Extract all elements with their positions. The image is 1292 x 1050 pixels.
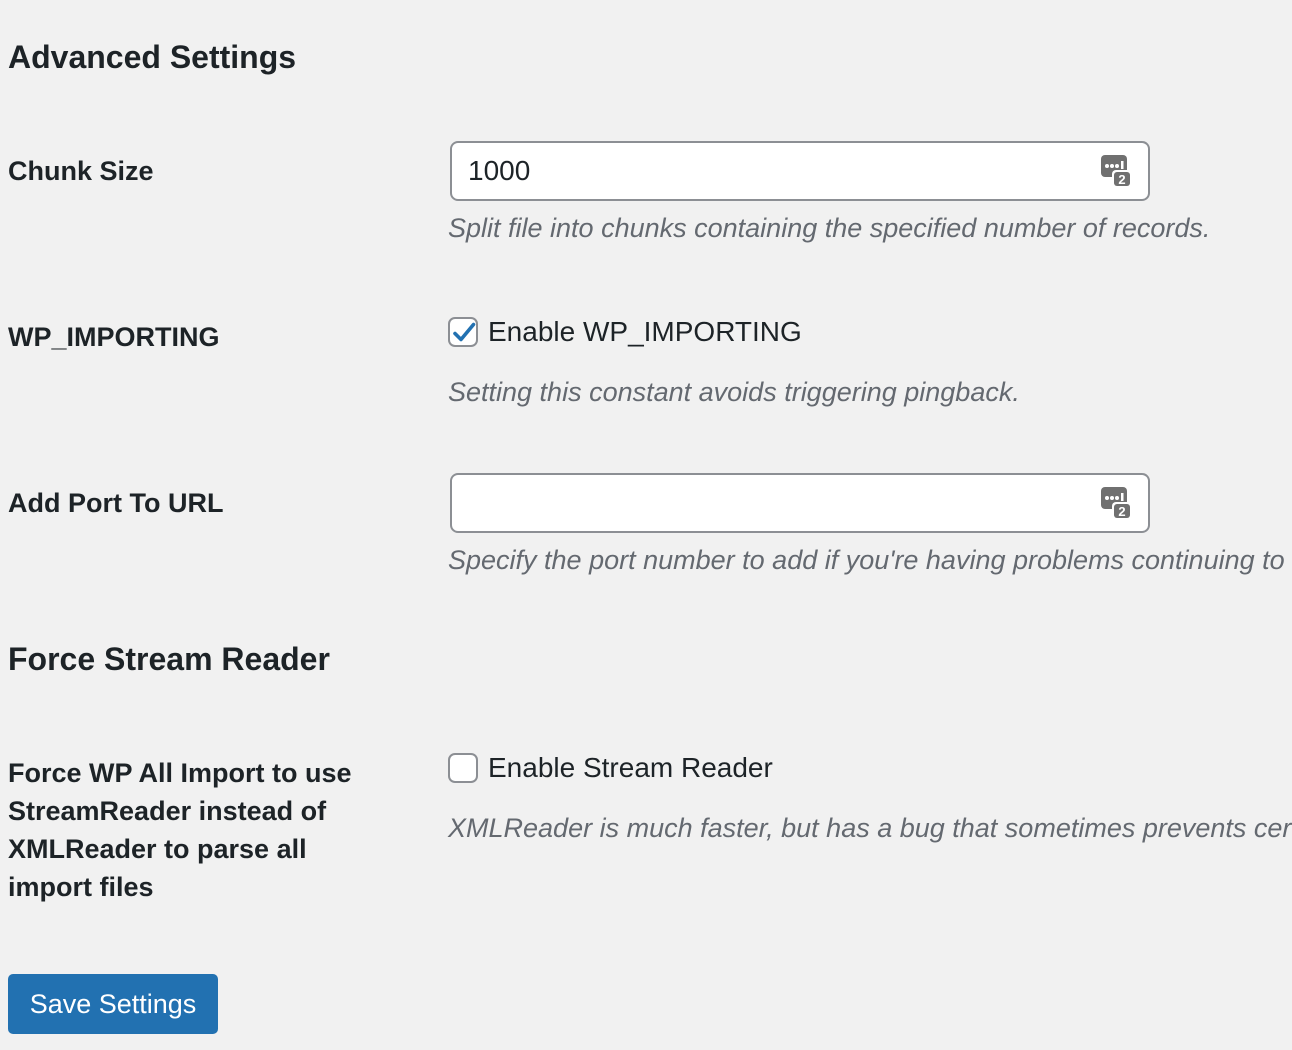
stream-reader-description: XMLReader is much faster, but has a bug … xyxy=(448,813,1292,843)
port-label: Add Port To URL xyxy=(8,488,224,518)
advanced-settings-title: Advanced Settings xyxy=(8,39,297,75)
stream-reader-checkbox-label[interactable]: Enable Stream Reader xyxy=(488,752,773,784)
stream-reader-label-line: import files xyxy=(8,872,154,902)
wp-importing-checkbox[interactable] xyxy=(448,317,478,347)
save-settings-button[interactable]: Save Settings xyxy=(8,974,218,1034)
chunk-size-label: Chunk Size xyxy=(8,156,154,186)
svg-text:2: 2 xyxy=(1118,504,1125,519)
wp-importing-label: WP_IMPORTING xyxy=(8,322,220,352)
checkmark-icon xyxy=(453,322,476,342)
wp-importing-description: Setting this constant avoids triggering … xyxy=(448,377,1020,407)
password-manager-autofill-icon[interactable]: 2 xyxy=(1100,485,1134,521)
port-input[interactable] xyxy=(452,475,1148,531)
stream-reader-label: Force WP All Import to use StreamReader … xyxy=(8,754,352,906)
force-stream-reader-title: Force Stream Reader xyxy=(8,641,330,677)
chunk-size-description: Split file into chunks containing the sp… xyxy=(448,213,1211,243)
settings-page: Advanced Settings Chunk Size 2 Split fil… xyxy=(0,0,1292,1050)
stream-reader-checkbox-row[interactable]: Enable Stream Reader xyxy=(448,750,773,786)
wp-importing-checkbox-row[interactable]: Enable WP_IMPORTING xyxy=(448,314,802,350)
chunk-size-field: 2 xyxy=(450,141,1150,201)
stream-reader-label-line: StreamReader instead of xyxy=(8,796,327,826)
stream-reader-checkbox[interactable] xyxy=(448,753,478,783)
port-description: Specify the port number to add if you're… xyxy=(448,545,1292,575)
stream-reader-label-line: Force WP All Import to use xyxy=(8,758,352,788)
port-field: 2 xyxy=(450,473,1150,533)
password-manager-autofill-icon[interactable]: 2 xyxy=(1100,153,1134,189)
chunk-size-input[interactable] xyxy=(452,143,1148,199)
stream-reader-label-line: XMLReader to parse all xyxy=(8,834,307,864)
wp-importing-checkbox-label[interactable]: Enable WP_IMPORTING xyxy=(488,316,802,348)
svg-text:2: 2 xyxy=(1118,172,1125,187)
